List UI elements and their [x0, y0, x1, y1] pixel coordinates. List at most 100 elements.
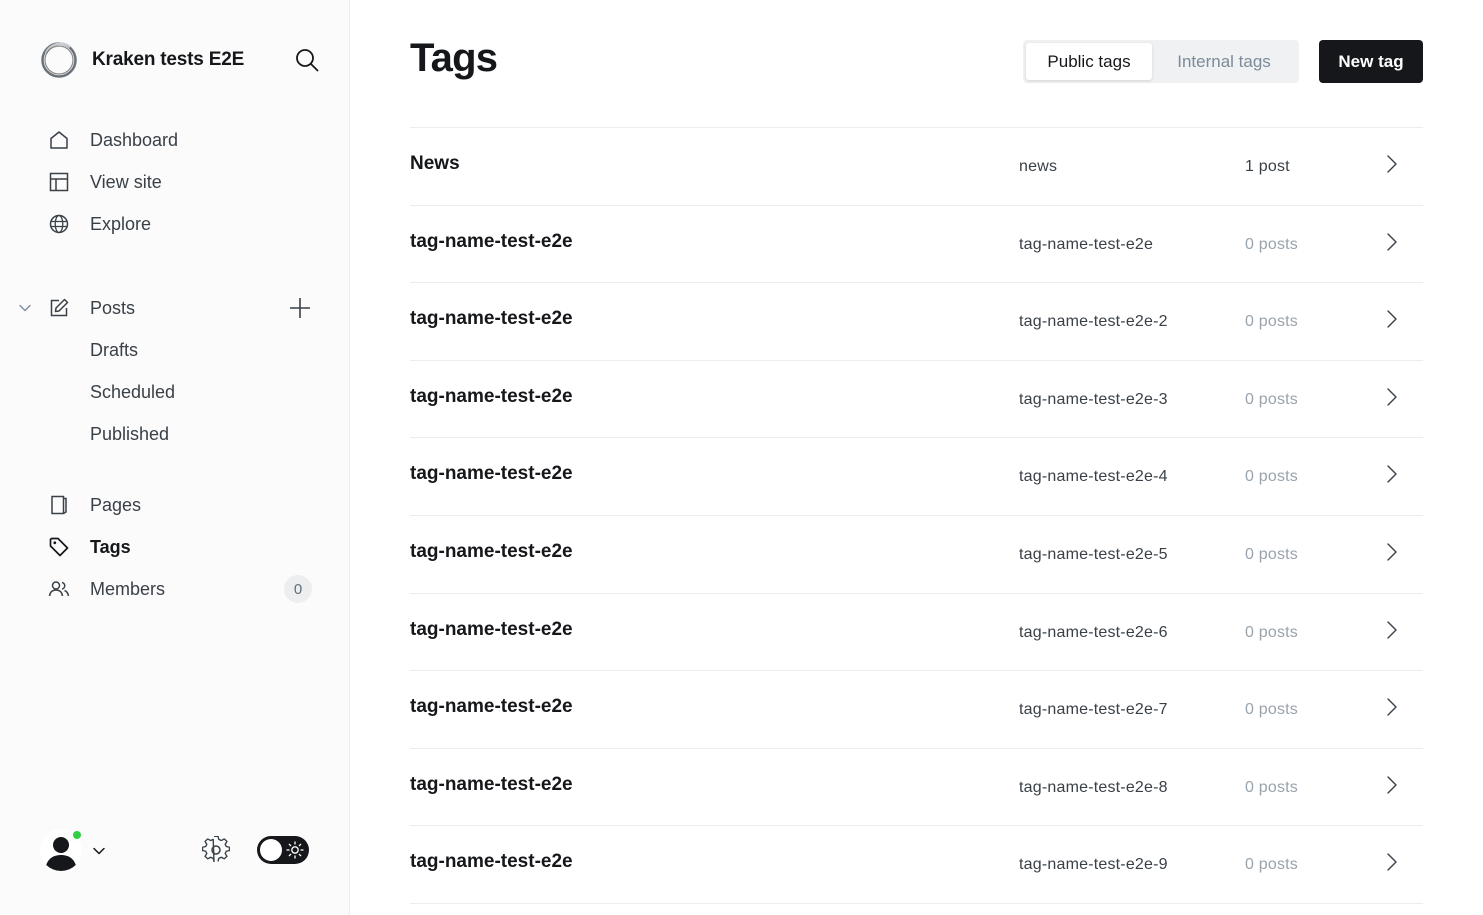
- nav-item-members[interactable]: Members 0: [40, 568, 320, 610]
- chevron-down-icon[interactable]: [18, 301, 32, 315]
- tag-name: tag-name-test-e2e: [410, 463, 573, 485]
- tag-post-count: 0 posts: [1245, 701, 1298, 719]
- page-icon: [48, 494, 70, 516]
- tag-slug: tag-name-test-e2e-9: [1019, 856, 1168, 874]
- tag-post-count: 0 posts: [1245, 313, 1298, 331]
- search-icon[interactable]: [294, 47, 320, 73]
- primary-nav: Dashboard View site Explore: [40, 119, 320, 245]
- tag-icon: [48, 536, 70, 558]
- tag-name: tag-name-test-e2e: [410, 308, 573, 330]
- nav-label-tags: Tags: [90, 536, 131, 557]
- page-title: Tags: [410, 36, 498, 80]
- nav-label-members: Members: [90, 578, 166, 599]
- tag-slug: news: [1019, 158, 1058, 175]
- tab-public-tags[interactable]: Public tags: [1026, 43, 1152, 80]
- online-status-dot: [71, 829, 83, 841]
- chevron-right-icon: [1387, 232, 1397, 251]
- tag-name: tag-name-test-e2e: [410, 230, 573, 252]
- site-brand: Kraken tests E2E: [40, 40, 320, 80]
- chevron-right-icon: [1387, 853, 1397, 872]
- app-shell: Kraken tests E2E Dashboard View site Exp…: [0, 0, 1483, 915]
- tag-post-count: 0 posts: [1245, 623, 1298, 641]
- tag-slug: tag-name-test-e2e-5: [1019, 545, 1168, 563]
- tag-post-count: 0 posts: [1245, 235, 1298, 253]
- sidebar-footer: [40, 827, 320, 873]
- tag-name: tag-name-test-e2e: [410, 618, 573, 640]
- nav-item-scheduled[interactable]: Scheduled: [40, 371, 320, 413]
- site-logo-icon[interactable]: [40, 41, 78, 79]
- sidebar: Kraken tests E2E Dashboard View site Exp…: [0, 0, 350, 915]
- nav-label-view-site: View site: [90, 171, 162, 192]
- tag-name: tag-name-test-e2e: [410, 851, 573, 873]
- tag-row[interactable]: tag-name-test-e2e tag-name-test-e2e-9 0 …: [410, 826, 1423, 904]
- gear-icon[interactable]: [202, 836, 230, 864]
- tag-slug: tag-name-test-e2e-7: [1019, 701, 1168, 719]
- tag-slug: tag-name-test-e2e-6: [1019, 623, 1168, 641]
- tag-row[interactable]: tag-name-test-e2e tag-name-test-e2e-4 0 …: [410, 438, 1423, 516]
- tag-name: tag-name-test-e2e: [410, 540, 573, 562]
- tag-slug: tag-name-test-e2e-8: [1019, 778, 1168, 796]
- nav-label-pages: Pages: [90, 494, 142, 515]
- nav-label-dashboard: Dashboard: [90, 129, 179, 150]
- nav-item-posts[interactable]: Posts: [19, 287, 320, 329]
- tag-post-count: 0 posts: [1245, 545, 1298, 563]
- tag-name: News: [410, 153, 460, 174]
- tag-row[interactable]: tag-name-test-e2e tag-name-test-e2e 0 po…: [410, 206, 1423, 284]
- tag-slug: tag-name-test-e2e-2: [1019, 313, 1168, 331]
- tag-row[interactable]: tag-name-test-e2e tag-name-test-e2e-3 0 …: [410, 361, 1423, 439]
- members-icon: [48, 578, 70, 600]
- tag-name: tag-name-test-e2e: [410, 696, 573, 718]
- tab-internal-tags[interactable]: Internal tags: [1152, 43, 1296, 80]
- tag-row[interactable]: News news 1 post: [410, 128, 1423, 206]
- site-title[interactable]: Kraken tests E2E: [92, 49, 244, 71]
- secondary-nav: Pages Tags Members 0: [40, 484, 320, 610]
- tag-post-count: 0 posts: [1245, 468, 1298, 486]
- tag-row[interactable]: tag-name-test-e2e tag-name-test-e2e-2 0 …: [410, 283, 1423, 361]
- main-content: Tags Public tags Internal tags New tag N…: [350, 0, 1483, 915]
- chevron-right-icon: [1387, 388, 1397, 406]
- tag-row[interactable]: tag-name-test-e2e tag-name-test-e2e-5 0 …: [410, 516, 1423, 594]
- tag-slug: tag-name-test-e2e-3: [1019, 390, 1168, 408]
- nav-label-posts: Posts: [90, 297, 136, 318]
- tag-name: tag-name-test-e2e: [410, 773, 573, 795]
- sun-icon: [286, 841, 304, 859]
- members-count-badge: 0: [284, 575, 312, 603]
- nav-label-explore: Explore: [90, 213, 152, 234]
- chevron-right-icon: [1387, 543, 1397, 561]
- nav-item-pages[interactable]: Pages: [40, 484, 320, 526]
- nav-item-tags[interactable]: Tags: [40, 526, 320, 568]
- tag-post-count: 0 posts: [1245, 778, 1298, 796]
- edit-icon: [48, 297, 70, 319]
- plus-icon[interactable]: [288, 296, 312, 320]
- chevron-right-icon: [1387, 776, 1397, 794]
- theme-toggle[interactable]: [257, 836, 309, 864]
- tag-slug: tag-name-test-e2e: [1019, 235, 1154, 253]
- chevron-right-icon: [1387, 698, 1397, 716]
- home-icon: [48, 129, 70, 151]
- nav-item-published[interactable]: Published: [40, 413, 320, 455]
- chevron-right-icon: [1387, 310, 1397, 328]
- tag-post-count: 0 posts: [1245, 856, 1298, 874]
- tag-row[interactable]: tag-name-test-e2e tag-name-test-e2e-7 0 …: [410, 671, 1423, 749]
- posts-nav: Posts Drafts Scheduled Published: [19, 287, 320, 455]
- nav-item-dashboard[interactable]: Dashboard: [40, 119, 320, 161]
- chevron-down-icon[interactable]: [92, 844, 106, 858]
- globe-icon: [48, 213, 70, 235]
- tag-post-count: 0 posts: [1245, 390, 1298, 408]
- toggle-knob: [260, 839, 282, 861]
- new-tag-button[interactable]: New tag: [1319, 40, 1423, 83]
- tag-post-count: 1 post: [1245, 158, 1290, 175]
- tag-type-switch: Public tags Internal tags: [1023, 40, 1299, 83]
- tag-name: tag-name-test-e2e: [410, 385, 573, 407]
- layout-icon: [48, 171, 70, 193]
- nav-item-explore[interactable]: Explore: [40, 203, 320, 245]
- tag-row[interactable]: tag-name-test-e2e tag-name-test-e2e-6 0 …: [410, 594, 1423, 672]
- tag-list: News news 1 post tag-name-test-e2e tag-n…: [410, 127, 1423, 904]
- chevron-right-icon: [1387, 155, 1397, 173]
- nav-item-view-site[interactable]: View site: [40, 161, 320, 203]
- tag-row[interactable]: tag-name-test-e2e tag-name-test-e2e-8 0 …: [410, 749, 1423, 827]
- tag-slug: tag-name-test-e2e-4: [1019, 468, 1168, 486]
- chevron-right-icon: [1387, 465, 1397, 484]
- chevron-right-icon: [1387, 620, 1397, 639]
- nav-item-drafts[interactable]: Drafts: [40, 329, 320, 371]
